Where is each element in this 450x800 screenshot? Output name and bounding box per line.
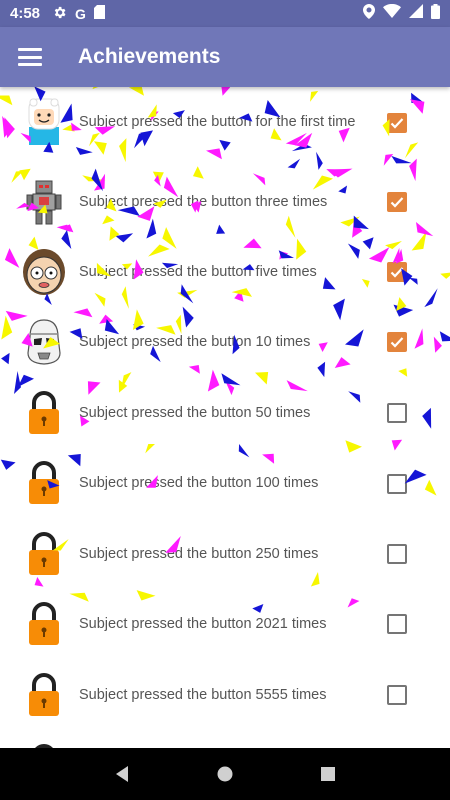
gear-icon [52, 5, 67, 23]
achievement-checkbox[interactable] [387, 544, 407, 564]
list-item[interactable]: Subject pressed the button 2021 times [0, 589, 450, 659]
achievement-checkbox[interactable] [387, 614, 407, 634]
lock-icon [20, 738, 68, 748]
screen: 4:58 G Achievements Subject pressed the … [0, 0, 450, 800]
achievement-checkbox[interactable] [387, 685, 407, 705]
achievement-label: Subject pressed the button 10 times [79, 334, 311, 350]
morty-avatar-icon [20, 244, 68, 300]
lock-icon [20, 667, 68, 723]
achievement-checkbox[interactable] [387, 262, 407, 282]
recents-icon[interactable] [313, 759, 343, 789]
home-icon[interactable] [210, 759, 240, 789]
back-icon[interactable] [107, 759, 137, 789]
status-time: 4:58 [10, 5, 41, 22]
hamburger-menu-icon[interactable] [18, 48, 42, 66]
achievement-label: Subject pressed the button 250 times [79, 546, 319, 562]
status-right-icons [363, 3, 440, 24]
lock-icon [20, 455, 68, 511]
achievement-label: Subject pressed the button 100 times [79, 475, 319, 491]
lock-icon [20, 526, 68, 582]
list-item[interactable]: Subject pressed the button 250 times [0, 519, 450, 589]
list-item[interactable]: Subject pressed the button 100 times [0, 448, 450, 518]
achievement-checkbox[interactable] [387, 192, 407, 212]
achievement-checkbox[interactable] [387, 474, 407, 494]
lock-icon [20, 385, 68, 441]
finn-avatar-icon [20, 94, 68, 150]
list-item[interactable]: Subject pressed the button 10 times [0, 307, 450, 377]
navigation-bar [0, 748, 450, 800]
google-icon: G [75, 5, 86, 22]
list-item-partial [0, 731, 450, 748]
list-item[interactable]: Subject pressed the button five times [0, 237, 450, 307]
achievement-checkbox[interactable] [387, 332, 407, 352]
achievement-checkbox[interactable] [387, 403, 407, 423]
location-icon [363, 3, 375, 24]
achievement-label: Subject pressed the button five times [79, 264, 317, 280]
app-bar: Achievements [0, 27, 450, 87]
status-bar: 4:58 G [0, 0, 450, 27]
signal-icon [409, 4, 423, 23]
achievement-label: Subject pressed the button 5555 times [79, 687, 327, 703]
page-title: Achievements [78, 45, 221, 68]
achievement-label: Subject pressed the button 2021 times [79, 616, 327, 632]
achievement-label: Subject pressed the button for the first… [79, 114, 356, 130]
achievement-checkbox[interactable] [387, 113, 407, 133]
achievement-label: Subject pressed the button three times [79, 194, 328, 210]
achievement-list[interactable]: Subject pressed the button for the first… [0, 87, 450, 748]
stormtrooper-avatar-icon [20, 314, 68, 370]
battery-icon [431, 3, 440, 24]
list-item[interactable]: Subject pressed the button for the first… [0, 87, 450, 157]
wifi-icon [383, 3, 401, 23]
robot-avatar-icon [20, 174, 68, 230]
list-item[interactable]: Subject pressed the button three times [0, 167, 450, 237]
list-item[interactable]: Subject pressed the button 5555 times [0, 660, 450, 730]
achievement-label: Subject pressed the button 50 times [79, 405, 311, 421]
status-left-icons: G [52, 5, 105, 23]
list-item[interactable]: Subject pressed the button 50 times [0, 378, 450, 448]
lock-icon [20, 596, 68, 652]
sd-card-icon [93, 5, 105, 22]
